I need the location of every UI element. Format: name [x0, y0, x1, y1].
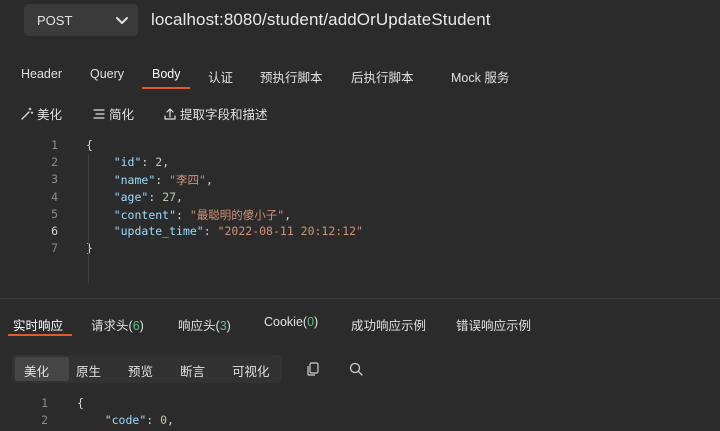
simplify-label: 简化	[109, 108, 135, 122]
line-number: 7	[51, 241, 58, 256]
code-token: :	[155, 173, 170, 188]
code-token: :	[203, 224, 218, 238]
line-number: 5	[51, 206, 58, 221]
tab-post-script[interactable]: 后执行脚本	[351, 67, 414, 86]
line-number: 2	[51, 155, 58, 170]
line-number: 1	[51, 138, 58, 152]
extract-fields-label: 提取字段和描述	[180, 108, 268, 122]
code-token: :	[176, 207, 190, 222]
code-line: {	[77, 396, 84, 410]
code-token: "最聪明的傻小子"	[189, 207, 285, 222]
code-token: 0	[160, 413, 168, 427]
code-token: "age"	[113, 189, 149, 204]
code-token: ,	[167, 413, 174, 427]
tab-pre-script[interactable]: 预执行脚本	[260, 67, 323, 86]
tab-cookie[interactable]: Cookie(0)	[264, 315, 318, 329]
code-token: :	[146, 413, 161, 427]
tab-cookie-label: Cookie	[264, 315, 303, 329]
code-line: {	[86, 138, 93, 152]
beautify-button[interactable]: 美化	[20, 104, 62, 123]
code-token: "李四"	[169, 173, 206, 188]
response-tabs: 实时响应 请求头(6) 响应头(3) Cookie(0) 成功响应示例 错误响应…	[0, 310, 720, 338]
active-response-tab-indicator	[8, 334, 72, 336]
code-line: "name": "李四",	[86, 172, 213, 188]
body-toolbar: 美化 简化 提取字段和描述	[0, 100, 720, 124]
tab-response-headers-label: 响应头	[178, 319, 216, 333]
tab-request-headers[interactable]: 请求头(6)	[91, 315, 144, 334]
code-token: "content"	[113, 207, 177, 222]
line-number: 1	[41, 396, 48, 410]
line-number: 3	[51, 172, 58, 187]
indent-guide	[88, 154, 89, 284]
request-tabs: Header Query Body 认证 预执行脚本 后执行脚本 Mock 服务	[0, 64, 720, 90]
list-icon	[93, 108, 105, 119]
tab-auth[interactable]: 认证	[208, 67, 233, 86]
search-icon[interactable]	[348, 361, 364, 377]
copy-icon[interactable]	[305, 361, 321, 377]
url-bar: POST localhost:8080/student/addOrUpdateS…	[0, 0, 720, 44]
code-token: "2022-08-11 20:12:12"	[217, 224, 363, 238]
code-line: "content": "最聪明的傻小子",	[86, 207, 291, 223]
panel-divider[interactable]	[0, 298, 720, 299]
code-token: :	[141, 155, 156, 170]
tab-header[interactable]: Header	[21, 67, 62, 81]
code-line: "update_time": "2022-08-11 20:12:12"	[86, 224, 363, 238]
url-input[interactable]: localhost:8080/student/addOrUpdateStuden…	[151, 10, 491, 30]
view-preview[interactable]: 预览	[128, 361, 153, 380]
view-beautify[interactable]: 美化	[24, 361, 49, 380]
tab-response-headers[interactable]: 响应头(3)	[178, 315, 231, 334]
extract-icon	[164, 107, 176, 120]
magic-wand-icon	[21, 107, 34, 120]
tab-realtime-response[interactable]: 实时响应	[13, 315, 63, 334]
response-headers-count: 3	[219, 319, 227, 333]
tab-success-example[interactable]: 成功响应示例	[351, 315, 426, 334]
method-label: POST	[37, 13, 73, 28]
method-select[interactable]: POST	[24, 4, 138, 36]
tab-request-headers-label: 请求头	[91, 319, 129, 333]
active-tab-indicator	[142, 87, 190, 89]
line-number: 4	[51, 189, 58, 204]
code-token: "name"	[113, 173, 156, 188]
simplify-button[interactable]: 简化	[92, 104, 134, 123]
code-token: ,	[205, 173, 213, 188]
beautify-label: 美化	[37, 108, 63, 122]
response-view-switcher: 美化 原生 预览 断言 可视化	[12, 355, 282, 383]
code-token: "code"	[104, 413, 147, 427]
view-raw[interactable]: 原生	[76, 361, 101, 380]
tab-error-example[interactable]: 错误响应示例	[456, 315, 531, 334]
request-headers-count: 6	[132, 319, 140, 333]
code-token: {	[77, 396, 84, 410]
extract-fields-button[interactable]: 提取字段和描述	[163, 104, 268, 123]
tab-query[interactable]: Query	[90, 67, 124, 81]
cookie-count: 0	[307, 315, 315, 329]
code-token: ,	[162, 155, 170, 170]
code-token: "update_time"	[113, 224, 204, 238]
tab-body[interactable]: Body	[152, 67, 181, 81]
chevron-down-icon	[116, 17, 128, 24]
line-number: 2	[41, 413, 48, 427]
view-visualize[interactable]: 可视化	[232, 361, 270, 380]
code-token: ,	[284, 207, 292, 222]
view-assert[interactable]: 断言	[180, 361, 205, 380]
code-line: "age": 27,	[86, 190, 183, 204]
line-number: 6	[51, 224, 58, 238]
tab-mock[interactable]: Mock 服务	[451, 67, 509, 86]
code-token: {	[86, 138, 93, 152]
code-token: 27	[162, 189, 177, 204]
code-token: ,	[176, 189, 183, 204]
code-token: "id"	[113, 155, 142, 170]
code-token: :	[148, 189, 163, 204]
code-line: "code": 0,	[77, 413, 174, 427]
code-line: "id": 2,	[86, 155, 169, 169]
